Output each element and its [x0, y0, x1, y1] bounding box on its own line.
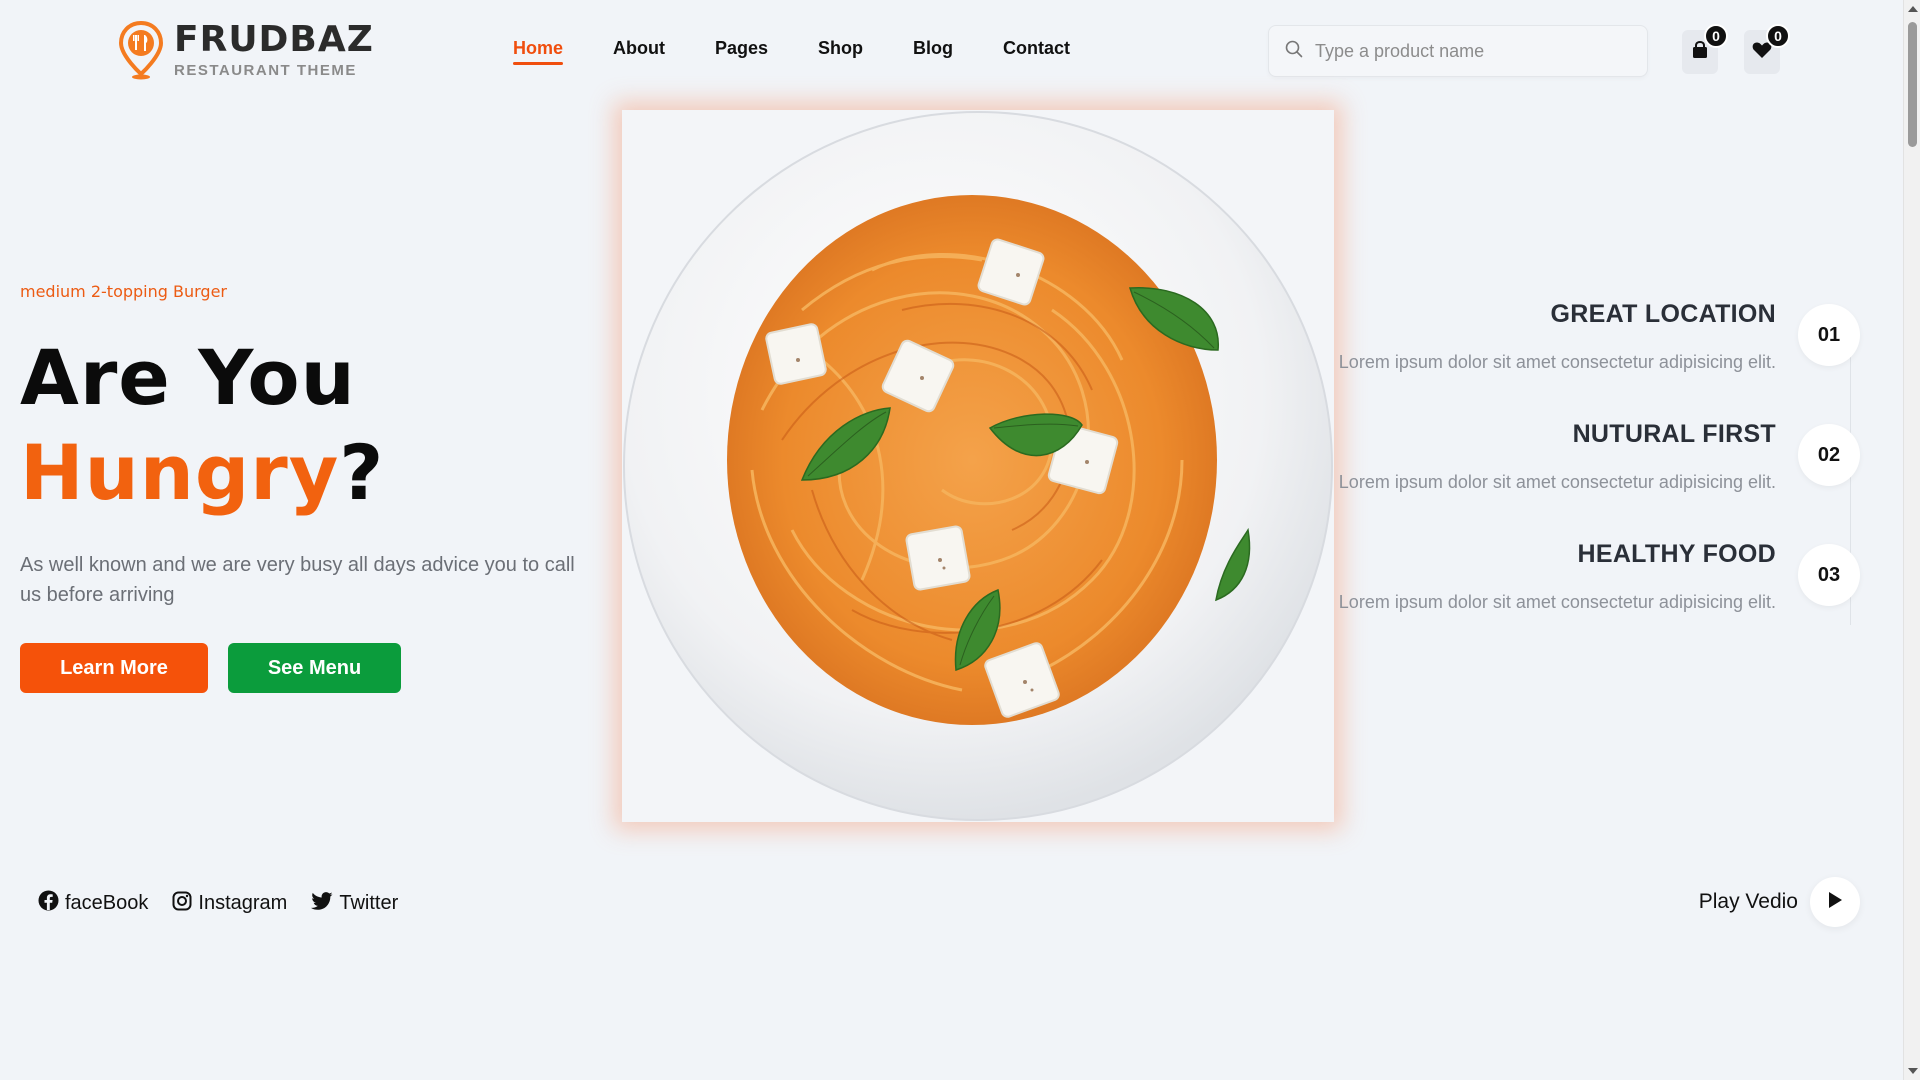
- cart-button[interactable]: 0: [1682, 24, 1728, 74]
- feature-text: Lorem ipsum dolor sit amet consectetur a…: [1338, 352, 1776, 372]
- cart-count-badge: 0: [1704, 24, 1728, 48]
- hero-tagline: medium 2-topping Burger: [20, 282, 227, 301]
- feature-number: 01: [1798, 304, 1860, 366]
- feature-title: GREAT LOCATION: [1550, 300, 1776, 328]
- nav-blog[interactable]: Blog: [913, 38, 953, 65]
- wishlist-button[interactable]: 0: [1744, 24, 1790, 74]
- play-video: Play Vedio: [1699, 877, 1860, 927]
- scroll-up-arrow-icon[interactable]: [1908, 6, 1918, 12]
- see-menu-button[interactable]: See Menu: [228, 643, 401, 693]
- hero-title-line1: Are You: [20, 333, 356, 422]
- feature-number: 03: [1798, 544, 1860, 606]
- social-label: faceBook: [65, 892, 149, 914]
- social-label: Twitter: [339, 892, 399, 914]
- social-instagram[interactable]: Instagram: [172, 891, 287, 917]
- social-twitter[interactable]: Twitter: [311, 891, 399, 916]
- spaghetti-plate-image: [622, 110, 1334, 822]
- hero-title: Are You Hungry?: [20, 330, 384, 520]
- nav-home[interactable]: Home: [513, 38, 564, 65]
- play-icon: [1827, 891, 1843, 914]
- learn-more-button[interactable]: Learn More: [20, 643, 208, 693]
- search-icon: [1285, 40, 1303, 63]
- nav-pages[interactable]: Pages: [715, 38, 768, 65]
- social-links: faceBook Instagram Twitter: [38, 890, 422, 917]
- brand-logo[interactable]: FRUDBAZ RESTAURANT THEME: [118, 20, 374, 80]
- search-input[interactable]: [1315, 40, 1615, 62]
- facebook-icon: [38, 890, 65, 917]
- twitter-icon: [311, 891, 339, 916]
- location-pin-cutlery-icon: [118, 20, 164, 80]
- hero-title-suffix: ?: [339, 428, 385, 517]
- main-nav: Home About Pages Shop Blog Contact: [513, 38, 1120, 65]
- hero-title-accent: Hungry: [20, 428, 340, 517]
- feature-text: Lorem ipsum dolor sit amet consectetur a…: [1338, 472, 1776, 492]
- feature-title: HEALTHY FOOD: [1577, 540, 1776, 568]
- page-scrollbar[interactable]: [1903, 0, 1920, 1080]
- brand-subtitle: RESTAURANT THEME: [174, 62, 357, 79]
- social-facebook[interactable]: faceBook: [38, 890, 148, 917]
- feature-title: NUTURAL FIRST: [1572, 420, 1776, 448]
- feature-text: Lorem ipsum dolor sit amet consectetur a…: [1338, 592, 1776, 612]
- brand-name: FRUDBAZ: [174, 19, 374, 60]
- play-video-label: Play Vedio: [1698, 890, 1798, 913]
- search-box: [1268, 25, 1648, 77]
- nav-contact[interactable]: Contact: [1003, 38, 1070, 65]
- scrollbar-thumb[interactable]: [1908, 22, 1917, 147]
- social-label: Instagram: [198, 892, 288, 914]
- wishlist-count-badge: 0: [1766, 24, 1790, 48]
- nav-about[interactable]: About: [613, 38, 665, 65]
- nav-shop[interactable]: Shop: [818, 38, 863, 65]
- instagram-icon: [172, 891, 198, 917]
- play-video-button[interactable]: [1810, 877, 1860, 927]
- feature-number: 02: [1798, 424, 1860, 486]
- scroll-down-arrow-icon[interactable]: [1908, 1068, 1918, 1074]
- hero-description: As well known and we are very busy all d…: [20, 554, 575, 606]
